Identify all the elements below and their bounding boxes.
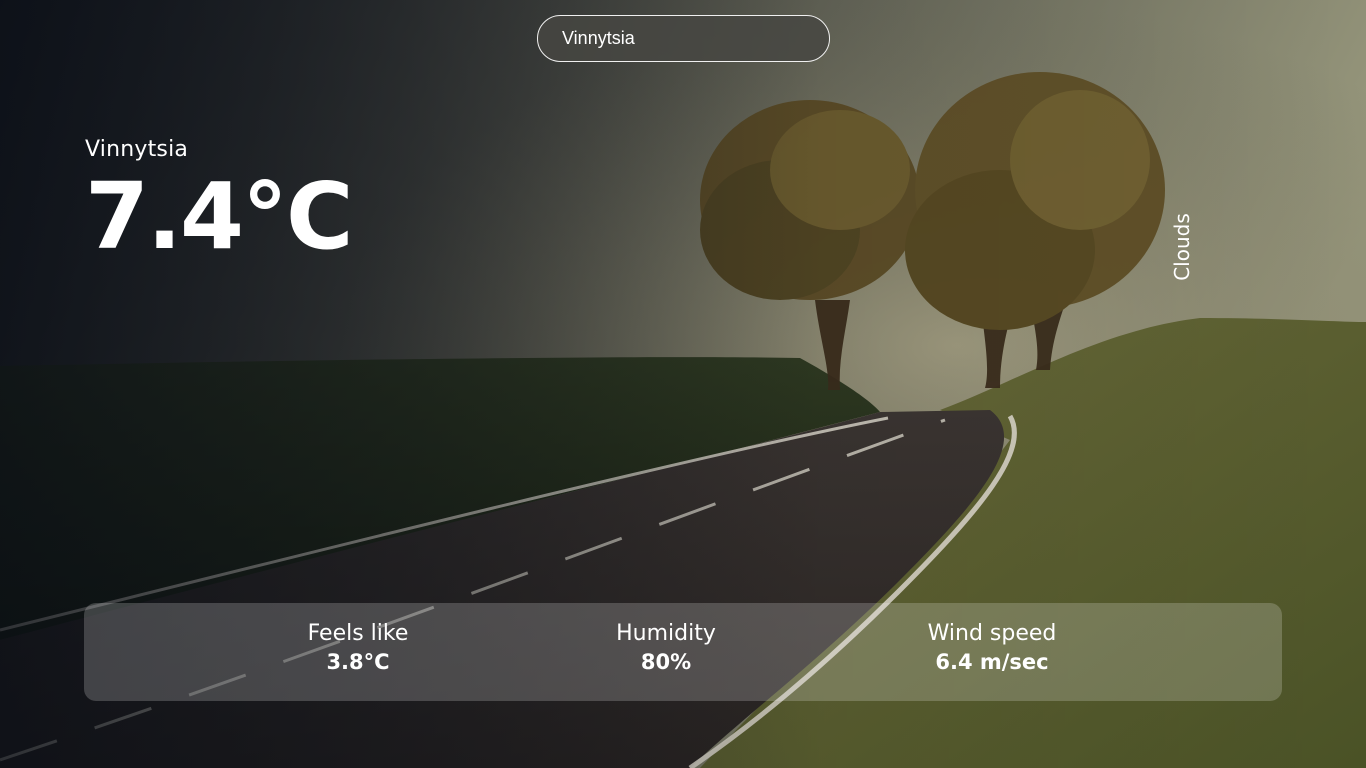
weather-description: Clouds: [1168, 205, 1196, 289]
feels-like-value: 3.8°C: [326, 650, 390, 674]
feels-like-stat: Feels like 3.8°C: [238, 621, 478, 674]
humidity-value: 80%: [640, 650, 692, 674]
current-weather: Vinnytsia 7.4°C: [85, 137, 353, 270]
feels-like-label: Feels like: [307, 621, 409, 646]
wind-speed-stat: Wind speed 6.4 m/sec: [872, 621, 1112, 674]
weather-details-card: Feels like 3.8°C Humidity 80% Wind speed…: [84, 603, 1282, 701]
wind-speed-value: 6.4 m/sec: [935, 650, 1049, 674]
weather-description-text: Clouds: [1170, 213, 1194, 281]
humidity-label: Humidity: [616, 621, 716, 646]
location-name: Vinnytsia: [85, 137, 189, 162]
search-input[interactable]: [537, 15, 830, 62]
humidity-stat: Humidity 80%: [546, 621, 786, 674]
temperature: 7.4°C: [85, 163, 353, 270]
wind-speed-label: Wind speed: [927, 621, 1057, 646]
